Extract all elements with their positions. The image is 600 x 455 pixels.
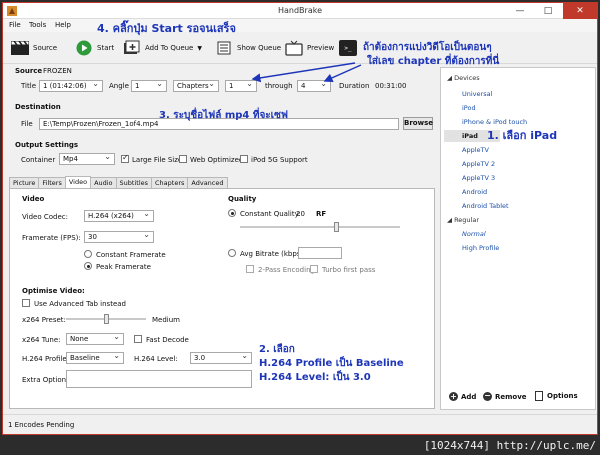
arrow-to-chapter-start (251, 62, 356, 83)
watermark: [1024x744] http://uplc.me/ (423, 439, 596, 452)
handbrake-window: HandBrake — □ ✕ File Tools Help Source S… (2, 2, 598, 435)
annotation-arrows (251, 62, 362, 83)
